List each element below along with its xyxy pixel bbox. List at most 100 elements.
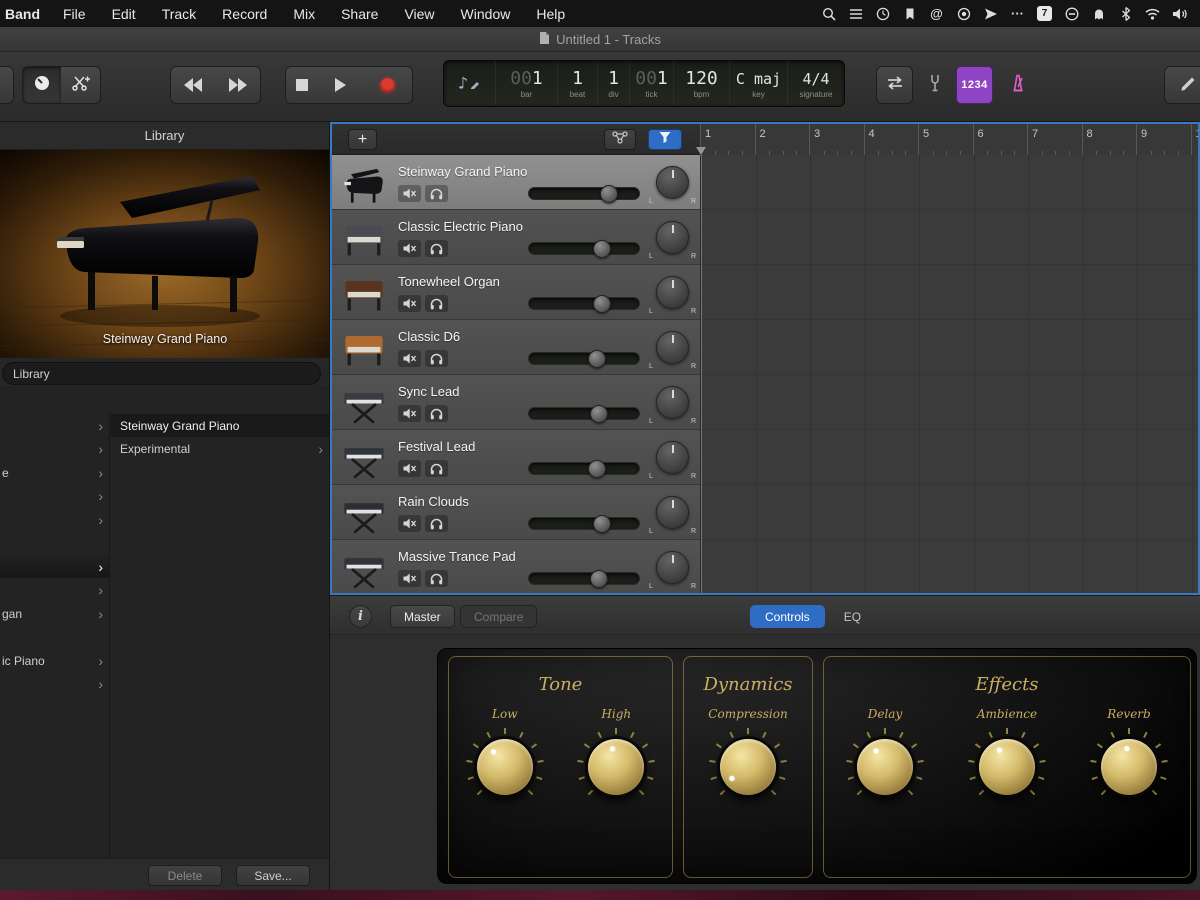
volume-knob[interactable] xyxy=(588,350,606,368)
menu-item-record[interactable]: Record xyxy=(209,6,280,22)
mute-button[interactable] xyxy=(398,185,421,202)
count-in-button[interactable]: 1234 xyxy=(956,66,993,104)
volume-knob[interactable] xyxy=(593,295,611,313)
volume-knob[interactable] xyxy=(593,515,611,533)
editors-button[interactable] xyxy=(61,66,101,104)
info-button[interactable]: i xyxy=(349,605,372,628)
pan-knob[interactable] xyxy=(656,331,689,364)
rewind-button[interactable] xyxy=(170,66,216,104)
cycle-button[interactable] xyxy=(876,66,913,104)
volume-knob[interactable] xyxy=(588,460,606,478)
save-button[interactable]: Save... xyxy=(236,865,310,886)
pan-knob[interactable] xyxy=(656,386,689,419)
volume-slider[interactable] xyxy=(528,297,640,310)
library-toggle-button[interactable] xyxy=(0,66,14,104)
menu-item-mix[interactable]: Mix xyxy=(280,6,328,22)
mute-button[interactable] xyxy=(398,570,421,587)
menu-item-file[interactable]: File xyxy=(50,6,99,22)
smart-controls-button[interactable] xyxy=(22,66,62,104)
pan-knob[interactable] xyxy=(656,551,689,584)
library-patch-row[interactable]: Experimental› xyxy=(111,438,329,461)
volume-knob[interactable] xyxy=(590,570,608,588)
track-header[interactable]: Classic D6LR xyxy=(332,320,700,375)
mute-button[interactable] xyxy=(398,295,421,312)
timeline-ruler[interactable]: 12345678910 xyxy=(700,124,1200,155)
volume-slider[interactable] xyxy=(528,352,640,365)
playhead-line[interactable] xyxy=(701,155,702,595)
track-header[interactable]: Tonewheel OrganLR xyxy=(332,265,700,320)
library-category-row[interactable]: e› xyxy=(0,461,109,484)
lcd-display[interactable]: ♪ 001 bar 1 beat 1 div 001 tick 120 bpm xyxy=(443,60,845,107)
volume-slider[interactable] xyxy=(528,242,640,255)
menu-item-view[interactable]: View xyxy=(391,6,447,22)
automation-button[interactable] xyxy=(604,129,636,150)
library-category-row[interactable]: › xyxy=(0,579,109,602)
menu-item-edit[interactable]: Edit xyxy=(99,6,149,22)
library-category-row[interactable]: › xyxy=(0,414,109,437)
knob-reverb[interactable] xyxy=(1090,728,1168,806)
list-icon[interactable] xyxy=(847,5,864,22)
delete-button[interactable]: Delete xyxy=(148,865,222,886)
stop-button[interactable] xyxy=(285,66,318,104)
spiral-icon[interactable] xyxy=(955,5,972,22)
timeline-grid[interactable] xyxy=(700,155,1200,595)
solo-button[interactable] xyxy=(425,515,448,532)
master-button[interactable]: Master xyxy=(390,605,455,628)
menu-item-window[interactable]: Window xyxy=(448,6,524,22)
track-header[interactable]: Classic Electric PianoLR xyxy=(332,210,700,265)
tuner-button[interactable] xyxy=(918,66,951,104)
compare-button[interactable]: Compare xyxy=(460,605,537,628)
track-header[interactable]: Massive Trance PadLR xyxy=(332,540,700,595)
lcd-bar-field[interactable]: 001 bar xyxy=(496,61,558,106)
track-filter-button[interactable] xyxy=(648,129,682,150)
wifi-icon[interactable] xyxy=(1144,5,1161,22)
mute-button[interactable] xyxy=(398,515,421,532)
mute-button[interactable] xyxy=(398,460,421,477)
search-icon[interactable] xyxy=(820,5,837,22)
volume-slider[interactable] xyxy=(528,517,640,530)
lcd-key-field[interactable]: C maj key xyxy=(730,61,788,106)
record-button[interactable] xyxy=(363,66,413,104)
playhead-marker[interactable] xyxy=(696,147,706,155)
library-patch-row[interactable]: Steinway Grand Piano xyxy=(111,414,329,437)
library-filter-field[interactable]: Library xyxy=(2,362,321,385)
knob-high[interactable] xyxy=(577,728,655,806)
lcd-tick-field[interactable]: 001 tick xyxy=(630,61,674,106)
pan-knob[interactable] xyxy=(656,441,689,474)
lcd-note-icon-section[interactable]: ♪ xyxy=(444,61,496,106)
library-category-row[interactable] xyxy=(0,532,109,555)
at-icon[interactable]: @ xyxy=(928,5,945,22)
notepad-button[interactable] xyxy=(1164,66,1200,104)
lcd-beat-field[interactable]: 1 beat xyxy=(558,61,598,106)
library-category-row[interactable]: › xyxy=(0,485,109,508)
solo-button[interactable] xyxy=(425,185,448,202)
send-icon[interactable] xyxy=(982,5,999,22)
mute-button[interactable] xyxy=(398,350,421,367)
metronome-button[interactable] xyxy=(998,66,1038,104)
ellipsis-icon[interactable]: ··· xyxy=(1009,5,1026,22)
volume-slider[interactable] xyxy=(528,462,640,475)
volume-knob[interactable] xyxy=(593,240,611,258)
lcd-signature-field[interactable]: 4/4 signature xyxy=(788,61,844,106)
library-category-row[interactable]: › xyxy=(0,438,109,461)
pan-knob[interactable] xyxy=(656,496,689,529)
play-button[interactable] xyxy=(317,66,364,104)
solo-button[interactable] xyxy=(425,350,448,367)
volume-icon[interactable] xyxy=(1171,5,1188,22)
library-category-row[interactable] xyxy=(0,626,109,649)
pan-knob[interactable] xyxy=(656,166,689,199)
volume-slider[interactable] xyxy=(528,572,640,585)
solo-button[interactable] xyxy=(425,405,448,422)
track-header[interactable]: Festival LeadLR xyxy=(332,430,700,485)
library-category-row[interactable]: › xyxy=(0,508,109,531)
dnd-icon[interactable] xyxy=(1063,5,1080,22)
solo-button[interactable] xyxy=(425,570,448,587)
tab-eq[interactable]: EQ xyxy=(829,605,876,628)
lcd-div-field[interactable]: 1 div xyxy=(598,61,630,106)
knob-low[interactable] xyxy=(466,728,544,806)
volume-knob[interactable] xyxy=(590,405,608,423)
knob-ambience[interactable] xyxy=(968,728,1046,806)
menu-item-share[interactable]: Share xyxy=(328,6,391,22)
solo-button[interactable] xyxy=(425,295,448,312)
volume-slider[interactable] xyxy=(528,187,640,200)
